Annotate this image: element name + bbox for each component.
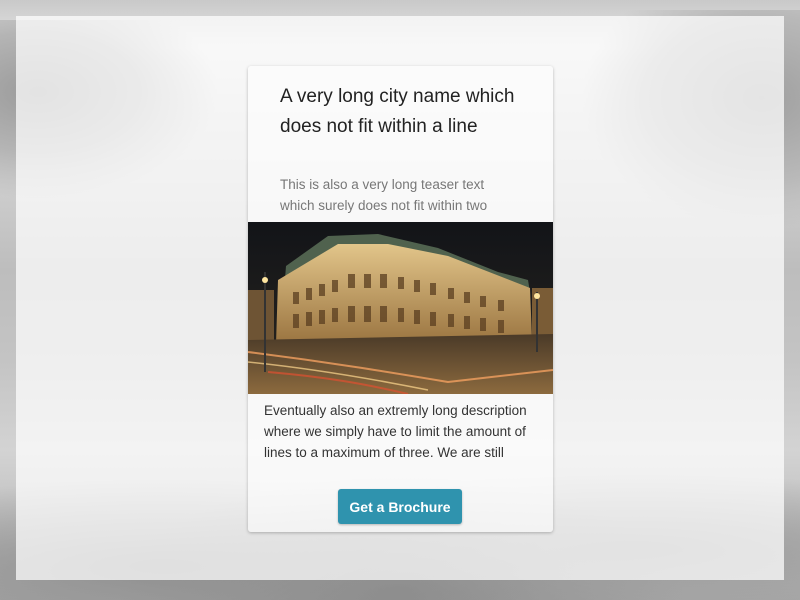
get-brochure-button[interactable]: Get a Brochure	[338, 489, 462, 524]
city-card: A very long city name which does not fit…	[248, 66, 553, 532]
card-image	[248, 222, 553, 395]
card-teaser: This is also a very long teaser text whi…	[280, 177, 488, 213]
card-title: A very long city name which does not fit…	[280, 86, 515, 137]
opera-house-photo	[248, 222, 553, 395]
card-description: Eventually also an extremly long descrip…	[264, 403, 527, 460]
